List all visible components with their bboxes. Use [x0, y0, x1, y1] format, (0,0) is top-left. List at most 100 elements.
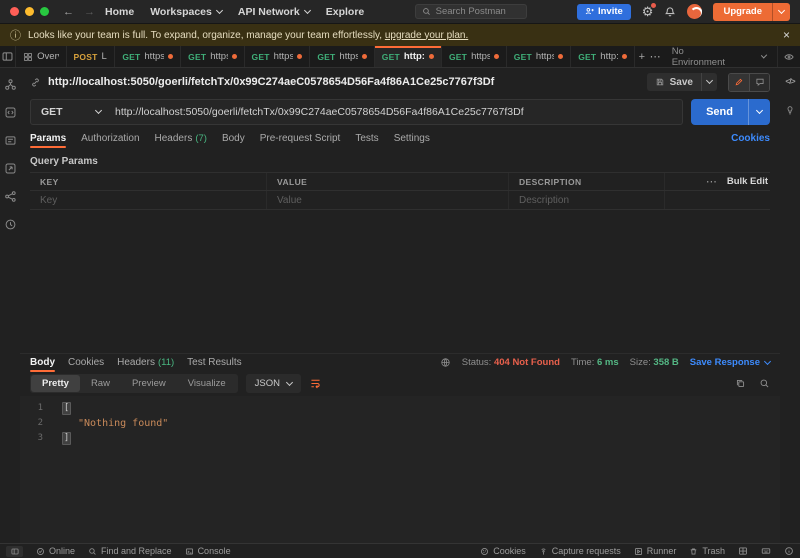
upgrade-button[interactable]: Upgrade	[713, 3, 790, 21]
save-label: Save	[670, 77, 693, 88]
description-input[interactable]: Description	[508, 191, 664, 209]
back-icon[interactable]: ←	[63, 6, 74, 18]
tab-params[interactable]: Params	[30, 128, 66, 148]
tab-label: https://api.	[536, 51, 554, 62]
history-icon[interactable]	[4, 218, 17, 231]
nav-api-network[interactable]: API Network	[238, 6, 310, 18]
tab-request-active[interactable]: GEThttp://local	[375, 46, 442, 67]
cookies-button[interactable]: Cookies	[480, 546, 526, 556]
sidebar-toggle-icon[interactable]	[0, 46, 16, 67]
online-status[interactable]: Online	[36, 546, 75, 556]
empty-area	[20, 210, 780, 353]
upgrade-plan-link[interactable]: upgrade your plan.	[385, 30, 468, 41]
send-button[interactable]: Send	[691, 99, 770, 125]
edit-pencil-icon[interactable]	[729, 74, 749, 91]
find-and-replace-button[interactable]: Find and Replace	[88, 546, 172, 556]
mock-servers-icon[interactable]	[4, 162, 17, 175]
save-button[interactable]: Save	[647, 73, 717, 91]
capture-requests-button[interactable]: Capture requests	[539, 546, 621, 556]
save-response-button[interactable]: Save Response	[690, 357, 770, 368]
tab-response-headers[interactable]: Headers(11)	[117, 354, 174, 372]
environments-icon[interactable]	[4, 134, 17, 147]
tab-prerequest-script[interactable]: Pre-request Script	[260, 128, 341, 148]
view-visualize[interactable]: Visualize	[177, 375, 237, 392]
forward-icon[interactable]: →	[84, 6, 95, 18]
format-selector[interactable]: JSON	[246, 374, 301, 393]
tab-overview[interactable]: Overview	[16, 46, 66, 67]
wrap-text-icon[interactable]	[309, 377, 322, 390]
copy-icon[interactable]	[735, 378, 746, 389]
more-options-icon[interactable]: ⋯	[706, 175, 718, 188]
tab-request[interactable]: GEThttps://poly	[245, 46, 311, 67]
settings-gear-icon[interactable]: ⚙	[642, 5, 654, 18]
nav-home[interactable]: Home	[105, 6, 134, 18]
search-input[interactable]: Search Postman	[415, 4, 527, 19]
save-options-chevron[interactable]	[701, 73, 717, 91]
split-panes-icon[interactable]	[738, 546, 748, 556]
tab-test-results[interactable]: Test Results	[187, 354, 241, 372]
value-input[interactable]: Value	[266, 191, 508, 209]
notifications-bell-icon[interactable]	[664, 6, 676, 18]
maximize-window-icon[interactable]	[40, 7, 49, 16]
tab-login[interactable]: POST Login	[67, 46, 116, 67]
bulk-edit-button[interactable]: Bulk Edit	[727, 176, 768, 187]
monitors-icon[interactable]	[4, 190, 17, 203]
tab-response-cookies[interactable]: Cookies	[68, 354, 104, 372]
new-tab-button[interactable]: +	[635, 46, 648, 67]
keyboard-shortcuts-icon[interactable]	[761, 546, 771, 556]
view-raw[interactable]: Raw	[80, 375, 121, 392]
response-tabs: Body Cookies Headers(11) Test Results St…	[20, 353, 780, 372]
tab-options-icon[interactable]: ⋯	[648, 46, 661, 67]
invite-button[interactable]: Invite	[577, 4, 631, 20]
trash-label: Trash	[702, 546, 725, 556]
nav-workspaces[interactable]: Workspaces	[150, 6, 222, 18]
environment-quick-look-icon[interactable]	[777, 46, 800, 67]
code-snippet-icon[interactable]: </>	[785, 76, 794, 86]
tab-request[interactable]: GEThttps://api.	[507, 46, 571, 67]
collections-icon[interactable]	[4, 78, 17, 91]
help-icon[interactable]	[784, 546, 794, 556]
tab-request[interactable]: GEThttps://poly	[115, 46, 181, 67]
trash-button[interactable]: Trash	[689, 546, 725, 556]
apis-icon[interactable]	[4, 106, 17, 119]
close-banner-icon[interactable]: ×	[783, 28, 790, 42]
tab-headers[interactable]: Headers(7)	[155, 128, 207, 148]
key-input[interactable]: Key	[30, 195, 266, 206]
tab-body[interactable]: Body	[222, 128, 245, 148]
console-button[interactable]: Console	[185, 546, 231, 556]
nav-explore[interactable]: Explore	[326, 6, 365, 18]
tab-authorization[interactable]: Authorization	[81, 128, 139, 148]
status-value: 404 Not Found	[494, 357, 560, 368]
upgrade-chevron[interactable]	[772, 3, 790, 21]
send-options-chevron[interactable]	[748, 99, 770, 125]
console-icon	[185, 547, 194, 556]
user-avatar[interactable]	[687, 4, 702, 19]
search-icon	[422, 7, 431, 16]
environment-selector[interactable]: No Environment	[662, 46, 777, 68]
tab-request[interactable]: GEThttps://pon	[442, 46, 507, 67]
code-line: 1 [	[20, 401, 780, 416]
view-pretty[interactable]: Pretty	[31, 375, 80, 392]
runner-button[interactable]: Runner	[634, 546, 677, 556]
tab-response-body[interactable]: Body	[30, 354, 55, 372]
view-preview[interactable]: Preview	[121, 375, 177, 392]
search-response-icon[interactable]	[759, 378, 770, 389]
lightbulb-icon[interactable]	[784, 104, 796, 116]
sidebar-toggle-icon[interactable]	[6, 546, 23, 557]
tab-request[interactable]: GEThttps://outl	[310, 46, 374, 67]
tab-settings[interactable]: Settings	[394, 128, 430, 148]
comment-icon[interactable]	[749, 74, 769, 91]
response-body-editor[interactable]: 1 [ 2 "Nothing found" 3 ]	[20, 396, 780, 544]
tab-request[interactable]: GEThttp://local	[571, 46, 635, 67]
minimize-window-icon[interactable]	[25, 7, 34, 16]
tab-tests[interactable]: Tests	[355, 128, 378, 148]
close-window-icon[interactable]	[10, 7, 19, 16]
globe-icon[interactable]	[440, 357, 451, 368]
method-selector[interactable]: GET	[31, 106, 111, 118]
url-bar: GET http://localhost:5050/goerli/fetchTx…	[20, 96, 780, 128]
url-input[interactable]: GET http://localhost:5050/goerli/fetchTx…	[30, 99, 683, 125]
url-value[interactable]: http://localhost:5050/goerli/fetchTx/0x9…	[111, 106, 528, 118]
cookies-link[interactable]: Cookies	[731, 133, 770, 144]
tab-request[interactable]: GEThttps://nft-	[181, 46, 244, 67]
window-controls[interactable]	[10, 7, 49, 16]
